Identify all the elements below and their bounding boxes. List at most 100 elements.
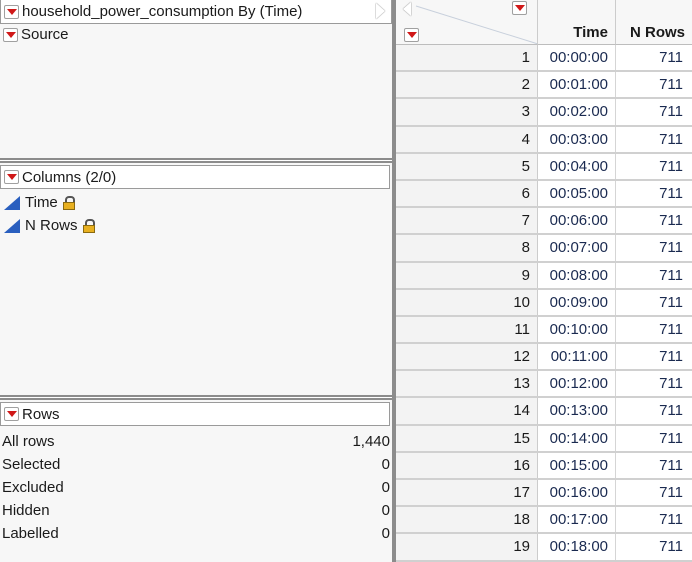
row-number[interactable]: 10 (396, 289, 538, 315)
n-rows-cell[interactable]: 711 (616, 72, 692, 98)
columns-menu-dropdown-icon[interactable] (512, 1, 527, 15)
table-row[interactable]: 11 00:10:00 711 (396, 316, 692, 345)
table-row[interactable]: 16 00:15:00 711 (396, 452, 692, 480)
time-cell[interactable]: 00:01:00 (538, 72, 616, 98)
table-row[interactable]: 18 00:17:00 711 (396, 507, 692, 535)
panel-splitter[interactable] (0, 158, 392, 163)
n-rows-cell[interactable]: 711 (616, 425, 692, 451)
row-number[interactable]: 15 (396, 425, 538, 451)
lock-icon (82, 218, 96, 233)
table-row[interactable]: 8 00:07:00 711 (396, 235, 692, 263)
time-cell[interactable]: 00:14:00 (538, 425, 616, 451)
columns-dropdown-icon[interactable] (4, 170, 19, 184)
table-row[interactable]: 7 00:06:00 711 (396, 208, 692, 236)
row-number[interactable]: 1 (396, 45, 538, 71)
table-row[interactable]: 14 00:13:00 711 (396, 398, 692, 426)
n-rows-cell[interactable]: 711 (616, 534, 692, 560)
time-cell[interactable]: 00:12:00 (538, 371, 616, 397)
table-row[interactable]: 13 00:12:00 711 (396, 371, 692, 399)
rows-dropdown-icon[interactable] (4, 407, 19, 421)
n-rows-cell[interactable]: 711 (616, 398, 692, 424)
n-rows-cell[interactable]: 711 (616, 316, 692, 343)
n-rows-cell[interactable]: 711 (616, 153, 692, 179)
table-row[interactable]: 2 00:01:00 711 (396, 72, 692, 100)
column-item[interactable]: N Rows (4, 217, 96, 234)
table-row[interactable]: 9 00:08:00 711 (396, 262, 692, 290)
table-menu-dropdown-icon[interactable] (4, 4, 19, 19)
rows-menu-dropdown-icon[interactable] (404, 28, 419, 42)
time-cell[interactable]: 00:03:00 (538, 126, 616, 152)
row-number[interactable]: 6 (396, 180, 538, 207)
time-cell[interactable]: 00:06:00 (538, 208, 616, 234)
source-row: Source (3, 26, 69, 43)
n-rows-cell[interactable]: 711 (616, 507, 692, 533)
row-number[interactable]: 16 (396, 452, 538, 478)
time-cell[interactable]: 00:04:00 (538, 153, 616, 179)
row-stat-label: Excluded (2, 479, 64, 496)
row-stat: All rows 1,440 (2, 430, 390, 453)
row-stat: Selected 0 (2, 453, 390, 476)
time-cell[interactable]: 00:08:00 (538, 262, 616, 288)
table-corner (396, 0, 538, 45)
time-cell[interactable]: 00:16:00 (538, 480, 616, 506)
column-item[interactable]: Time (4, 194, 76, 211)
table-row[interactable]: 6 00:05:00 711 (396, 180, 692, 209)
n-rows-cell[interactable]: 711 (616, 180, 692, 207)
n-rows-cell[interactable]: 711 (616, 45, 692, 71)
panel-splitter[interactable] (0, 395, 392, 400)
n-rows-cell[interactable]: 711 (616, 480, 692, 506)
row-number[interactable]: 14 (396, 398, 538, 424)
row-number[interactable]: 19 (396, 534, 538, 560)
table-row[interactable]: 12 00:11:00 711 (396, 344, 692, 372)
row-number[interactable]: 4 (396, 126, 538, 152)
row-stat: Excluded 0 (2, 476, 390, 499)
row-number[interactable]: 11 (396, 316, 538, 343)
time-cell[interactable]: 00:13:00 (538, 398, 616, 424)
source-dropdown-icon[interactable] (3, 27, 18, 42)
time-cell[interactable]: 00:07:00 (538, 235, 616, 261)
time-cell[interactable]: 00:02:00 (538, 99, 616, 125)
time-cell[interactable]: 00:15:00 (538, 452, 616, 478)
table-body: 1 00:00:00 711 2 00:01:00 711 3 00:02:00 711 4 00:… (396, 45, 692, 562)
n-rows-cell[interactable]: 711 (616, 126, 692, 152)
n-rows-cell[interactable]: 711 (616, 452, 692, 478)
row-number[interactable]: 8 (396, 235, 538, 261)
table-row[interactable]: 1 00:00:00 711 (396, 45, 692, 73)
row-number[interactable]: 13 (396, 371, 538, 397)
collapse-panel-arrow-icon[interactable] (376, 3, 385, 19)
time-cell[interactable]: 00:09:00 (538, 289, 616, 315)
time-cell[interactable]: 00:18:00 (538, 534, 616, 560)
table-row[interactable]: 3 00:02:00 711 (396, 99, 692, 127)
n-rows-cell[interactable]: 711 (616, 289, 692, 315)
time-cell[interactable]: 00:10:00 (538, 316, 616, 343)
row-stat-label: Hidden (2, 502, 50, 519)
row-number[interactable]: 9 (396, 262, 538, 288)
time-cell[interactable]: 00:00:00 (538, 45, 616, 71)
row-number[interactable]: 12 (396, 344, 538, 370)
time-cell[interactable]: 00:17:00 (538, 507, 616, 533)
n-rows-cell[interactable]: 711 (616, 371, 692, 397)
table-row[interactable]: 4 00:03:00 711 (396, 126, 692, 154)
n-rows-cell[interactable]: 711 (616, 344, 692, 370)
column-header-n-rows[interactable]: N Rows (616, 0, 692, 45)
row-number[interactable]: 18 (396, 507, 538, 533)
row-number[interactable]: 3 (396, 99, 538, 125)
time-cell[interactable]: 00:05:00 (538, 180, 616, 207)
row-number[interactable]: 5 (396, 153, 538, 179)
row-number[interactable]: 2 (396, 72, 538, 98)
table-row[interactable]: 10 00:09:00 711 (396, 289, 692, 317)
time-cell[interactable]: 00:11:00 (538, 344, 616, 370)
row-stat: Labelled 0 (2, 522, 390, 545)
table-row[interactable]: 17 00:16:00 711 (396, 480, 692, 508)
column-header-time[interactable]: Time (538, 0, 616, 45)
table-row[interactable]: 5 00:04:00 711 (396, 153, 692, 181)
n-rows-cell[interactable]: 711 (616, 262, 692, 288)
n-rows-cell[interactable]: 711 (616, 208, 692, 234)
n-rows-cell[interactable]: 711 (616, 99, 692, 125)
table-row[interactable]: 15 00:14:00 711 (396, 425, 692, 453)
row-number[interactable]: 7 (396, 208, 538, 234)
n-rows-cell[interactable]: 711 (616, 235, 692, 261)
table-row[interactable]: 19 00:18:00 711 (396, 534, 692, 562)
row-number[interactable]: 17 (396, 480, 538, 506)
expand-left-arrow-icon[interactable] (403, 2, 411, 16)
